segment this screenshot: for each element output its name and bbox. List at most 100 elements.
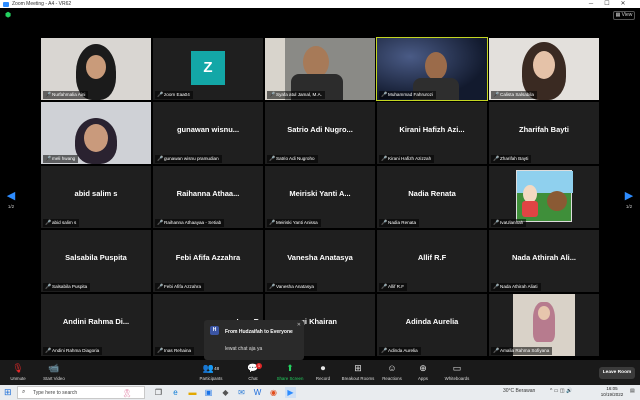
close-icon[interactable]: ✕ [297, 322, 301, 328]
participant-display-name: Nada Athirah Ali... [511, 253, 577, 262]
video-tile[interactable]: Allif R.F 🎤 Allif R.F [377, 230, 487, 292]
participant-name: Zharifah Bayti [500, 156, 529, 161]
mic-muted-icon: 🎤 [269, 220, 276, 226]
participant-face [533, 51, 555, 79]
system-tray-icons[interactable]: ^ ▭ ◫ 🔊 [550, 388, 572, 394]
video-tile[interactable]: 🎤 Syafa atul Jamal, M.A. [265, 38, 375, 100]
leave-room-button[interactable]: Leave Room [599, 367, 635, 379]
windows-start-icon[interactable]: ⊞ [4, 388, 13, 397]
mic-muted-icon: 🎤 [381, 156, 388, 162]
participants-button[interactable]: 👥48 Participants [196, 362, 226, 384]
participant-name: IvaUlannah [500, 220, 524, 225]
shield-icon[interactable]: ⬢ [5, 12, 12, 20]
maximize-button[interactable]: ☐ [600, 0, 614, 8]
next-page-icon[interactable]: ▶ [624, 190, 634, 202]
participant-display-name: Raihanna Athaa... [176, 189, 240, 198]
mic-muted-icon: 🎤 [493, 284, 500, 290]
prev-page-icon[interactable]: ◀ [6, 190, 16, 202]
participant-display-name: Salsabila Puspita [65, 253, 127, 262]
taskbar-search[interactable]: ⌕ Type here to search 🎗 [17, 386, 145, 399]
video-tile[interactable]: 🎤 Amalia Rahma Sofiyana [489, 294, 599, 356]
participant-display-name: Allif R.F [417, 253, 447, 262]
video-off-icon: 📹 [48, 363, 60, 373]
mic-muted-icon: 🎤 [45, 284, 52, 290]
participant-name: Meiriski Yanti Anissa [276, 220, 318, 225]
participant-display-name: Satrio Adi Nugro... [287, 125, 353, 134]
video-tile[interactable]: Adinda Aurelia 🎤 Adinda Aurelia [377, 294, 487, 356]
sender-avatar: H [210, 326, 219, 335]
close-button[interactable]: ✕ [616, 0, 630, 8]
profile-picture [516, 170, 573, 222]
taskbar-clock[interactable]: 16:05 10/19/2022 [598, 386, 626, 398]
zoom-app-icon [3, 1, 9, 7]
video-tile[interactable]: gunawan wisnu... 🎤 gunawan wisnu pramudia… [153, 102, 263, 164]
video-tile[interactable]: Vanesha Anatasya 🎤 Vanesha Anatasya [265, 230, 375, 292]
word-icon[interactable]: W [252, 387, 263, 398]
mail-icon[interactable]: ✉ [236, 387, 247, 398]
video-tile[interactable]: Zharifah Bayti 🎤 Zharifah Bayti [489, 102, 599, 164]
mic-muted-icon: 🎤 [45, 156, 52, 162]
participant-display-name: abid salim s [74, 189, 118, 198]
participant-name: Allif R.F [388, 284, 405, 289]
participant-name: Satrio Adi Nugroho [276, 156, 315, 161]
zoom-taskbar-icon[interactable]: ▶ [285, 387, 296, 398]
mic-muted-icon: 🎤 [493, 156, 500, 162]
video-tile[interactable]: Raihanna Athaa... 🎤 Raihanna Athaayaa - S… [153, 166, 263, 228]
notifications-icon[interactable]: ▤ [630, 388, 635, 394]
chrome-icon[interactable]: ◉ [268, 387, 279, 398]
participant-name: Muhammad Fahrurozi [388, 92, 433, 97]
video-tile[interactable]: Andini Rahma Di... 🎤 Andini Rahma Diagori… [41, 294, 151, 356]
video-tile[interactable]: 🎤 Calista Salsabila [489, 38, 599, 100]
view-button[interactable]: ▦ View [613, 11, 635, 20]
unmute-button[interactable]: 🎙 Unmute [6, 362, 30, 384]
video-tile[interactable]: Satrio Adi Nugro... 🎤 Satrio Adi Nugroho [265, 102, 375, 164]
mic-muted-icon: 🎤 [157, 284, 164, 290]
weather-status[interactable]: 30°C Berawan [503, 388, 535, 394]
record-icon: ⏺ [320, 363, 326, 373]
video-tile[interactable]: Z 🎤 zoom Eaa04 [153, 38, 263, 100]
apps-button[interactable]: ⊕ Apps [414, 362, 432, 384]
video-tile[interactable]: Febi Afifa Azzahra 🎤 Febi Afifa Azzahra [153, 230, 263, 292]
participant-name: Calista Salsabila [500, 92, 534, 97]
participant-display-name: Zharifah Bayti [518, 125, 569, 134]
start-video-button[interactable]: 📹 Start Video [38, 362, 70, 384]
video-tile[interactable]: abid salim s 🎤 abid salim s [41, 166, 151, 228]
app-icon[interactable]: ◆ [220, 387, 231, 398]
participant-name: Inas Rehaina [164, 348, 192, 353]
chat-button[interactable]: 💬 Chat 1 [242, 362, 264, 384]
file-explorer-icon[interactable]: ▬ [187, 387, 198, 398]
chat-notification[interactable]: H From Hudzaifah to Everyone lewat chat … [204, 320, 304, 360]
video-tile[interactable]: Meiriski Yanti A... 🎤 Meiriski Yanti Anis… [265, 166, 375, 228]
mic-muted-icon: 🎤 [45, 92, 52, 98]
video-tile[interactable]: Nada Athirah Ali... 🎤 Nada Athirah Aliati [489, 230, 599, 292]
video-tile-active-speaker[interactable]: 🎤 Muhammad Fahrurozi [376, 37, 488, 101]
participant-face [84, 124, 108, 152]
window-title: Zoom Meeting - A4 - VR62 [12, 1, 72, 7]
breakout-rooms-button[interactable]: ⊞ Breakout Rooms [340, 362, 376, 384]
video-tile[interactable]: Kirani Hafizh Azi... 🎤 Kirani Hafizh Aziz… [377, 102, 487, 164]
video-tile[interactable]: 🎤 IvaUlannah [489, 166, 599, 228]
video-tile[interactable]: Salsabila Puspita 🎤 Salsabila Puspita [41, 230, 151, 292]
participant-name: Nada Athirah Aliati [500, 284, 538, 289]
minimize-button[interactable]: ─ [584, 0, 598, 8]
participant-name: Andini Rahma Diagoria [52, 348, 100, 353]
edge-icon[interactable]: e [170, 387, 181, 398]
reactions-button[interactable]: ☺ Reactions [380, 362, 404, 384]
task-view-icon[interactable]: ❐ [153, 387, 164, 398]
windows-taskbar: ⊞ ⌕ Type here to search 🎗 ❐ e ▬ ▣ ◆ ✉ W … [0, 385, 640, 400]
record-button[interactable]: ⏺ Record [312, 362, 334, 384]
video-tile[interactable]: 🎤 meli hwang [41, 102, 151, 164]
store-icon[interactable]: ▣ [203, 387, 214, 398]
participant-display-name: Vanesha Anatasya [287, 253, 353, 262]
share-screen-button[interactable]: ⬆ Share Screen [274, 362, 306, 384]
video-tile[interactable]: 🎤 Nurfahmalia Aini [41, 38, 151, 100]
mic-muted-icon: 🎤 [45, 220, 52, 226]
video-tile[interactable]: Nadia Renata 🎤 Nadia Renata [377, 166, 487, 228]
participant-display-name: Adinda Aurelia [405, 317, 459, 326]
reactions-icon: ☺ [387, 363, 397, 373]
participant-name: Vanesha Anatasya [276, 284, 314, 289]
mic-muted-icon: 🎤 [381, 92, 388, 98]
chat-sender: From Hudzaifah to Everyone [225, 329, 293, 335]
participant-name: Kirani Hafizh Azizzah [388, 156, 432, 161]
whiteboards-button[interactable]: ▭ Whiteboards [442, 362, 472, 384]
